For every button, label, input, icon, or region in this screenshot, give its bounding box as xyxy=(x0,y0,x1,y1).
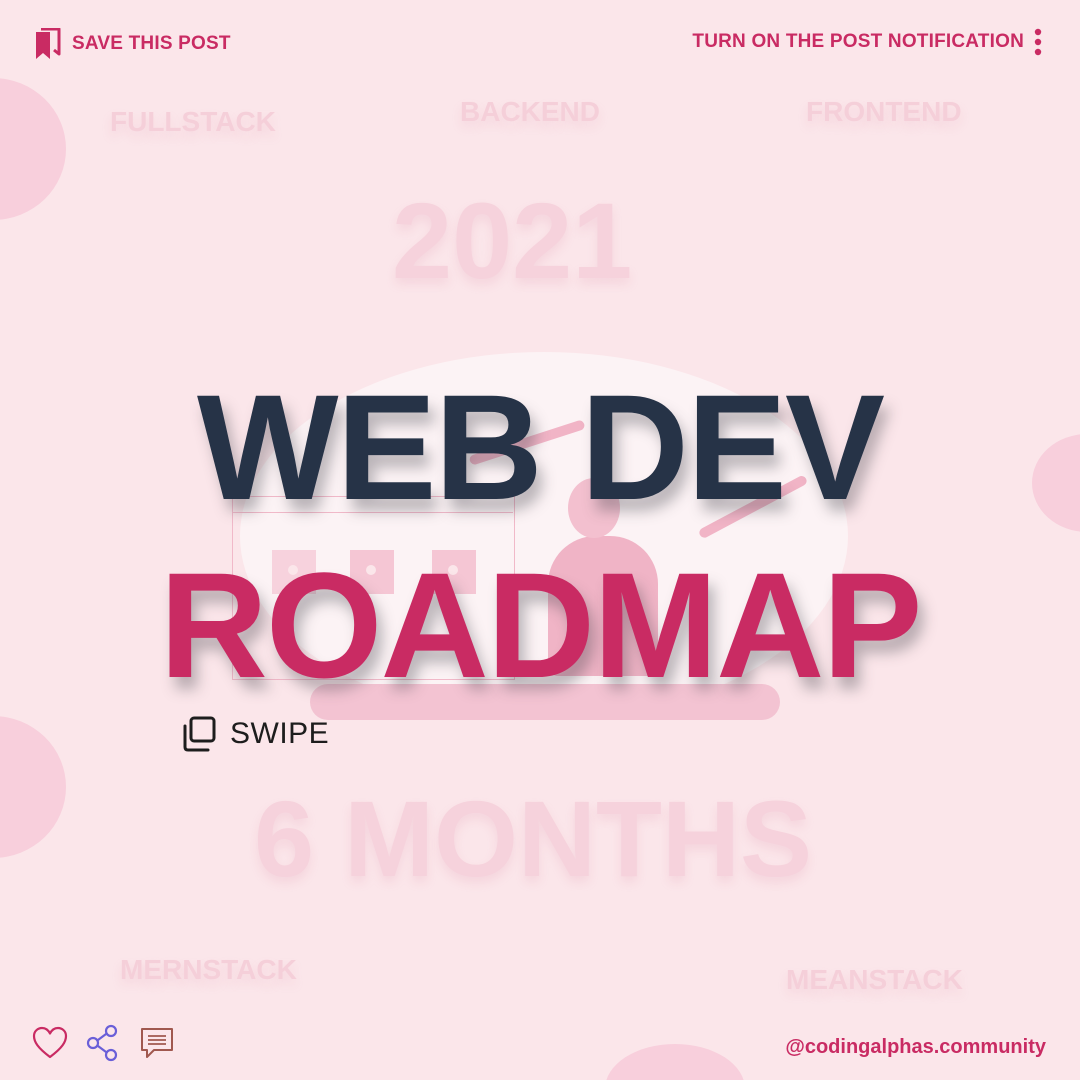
background-word-duration: 6 MONTHS xyxy=(254,778,813,899)
post-notification-label: TURN ON THE POST NOTIFICATION xyxy=(692,31,1024,52)
headline-roadmap: ROADMAP xyxy=(159,541,923,709)
swipe-hint[interactable]: SWIPE xyxy=(182,716,329,752)
post-notification-button[interactable]: TURN ON THE POST NOTIFICATION xyxy=(692,28,1042,56)
background-word-backend: BACKEND xyxy=(460,96,600,127)
background-word-mernstack: MERNSTACK xyxy=(120,954,297,985)
share-icon[interactable] xyxy=(86,1024,120,1062)
save-post-label: SAVE THIS POST xyxy=(72,33,231,54)
decorative-circle xyxy=(0,716,66,858)
decorative-circle xyxy=(0,78,66,220)
save-post-button[interactable]: SAVE THIS POST xyxy=(34,28,231,60)
background-word-fullstack: FULLSTACK xyxy=(110,106,276,137)
headline-web-dev: WEB DEV xyxy=(196,363,885,531)
account-handle[interactable]: @codingalphas.community xyxy=(785,1036,1046,1059)
bookmark-icon xyxy=(36,28,61,59)
background-word-meanstack: MEANSTACK xyxy=(786,964,963,995)
post-actions xyxy=(32,1024,174,1062)
background-word-year: 2021 xyxy=(392,180,633,301)
swipe-label: SWIPE xyxy=(230,717,330,750)
kebab-menu-icon xyxy=(1034,28,1042,56)
background-word-frontend: FRONTEND xyxy=(806,96,962,127)
copy-stack-icon xyxy=(183,716,216,752)
heart-icon[interactable] xyxy=(32,1025,68,1061)
comment-icon[interactable] xyxy=(140,1026,174,1060)
decorative-circle xyxy=(605,1044,745,1080)
post-canvas: FULLSTACK BACKEND FRONTEND 2021 6 MONTHS… xyxy=(0,0,1080,1080)
